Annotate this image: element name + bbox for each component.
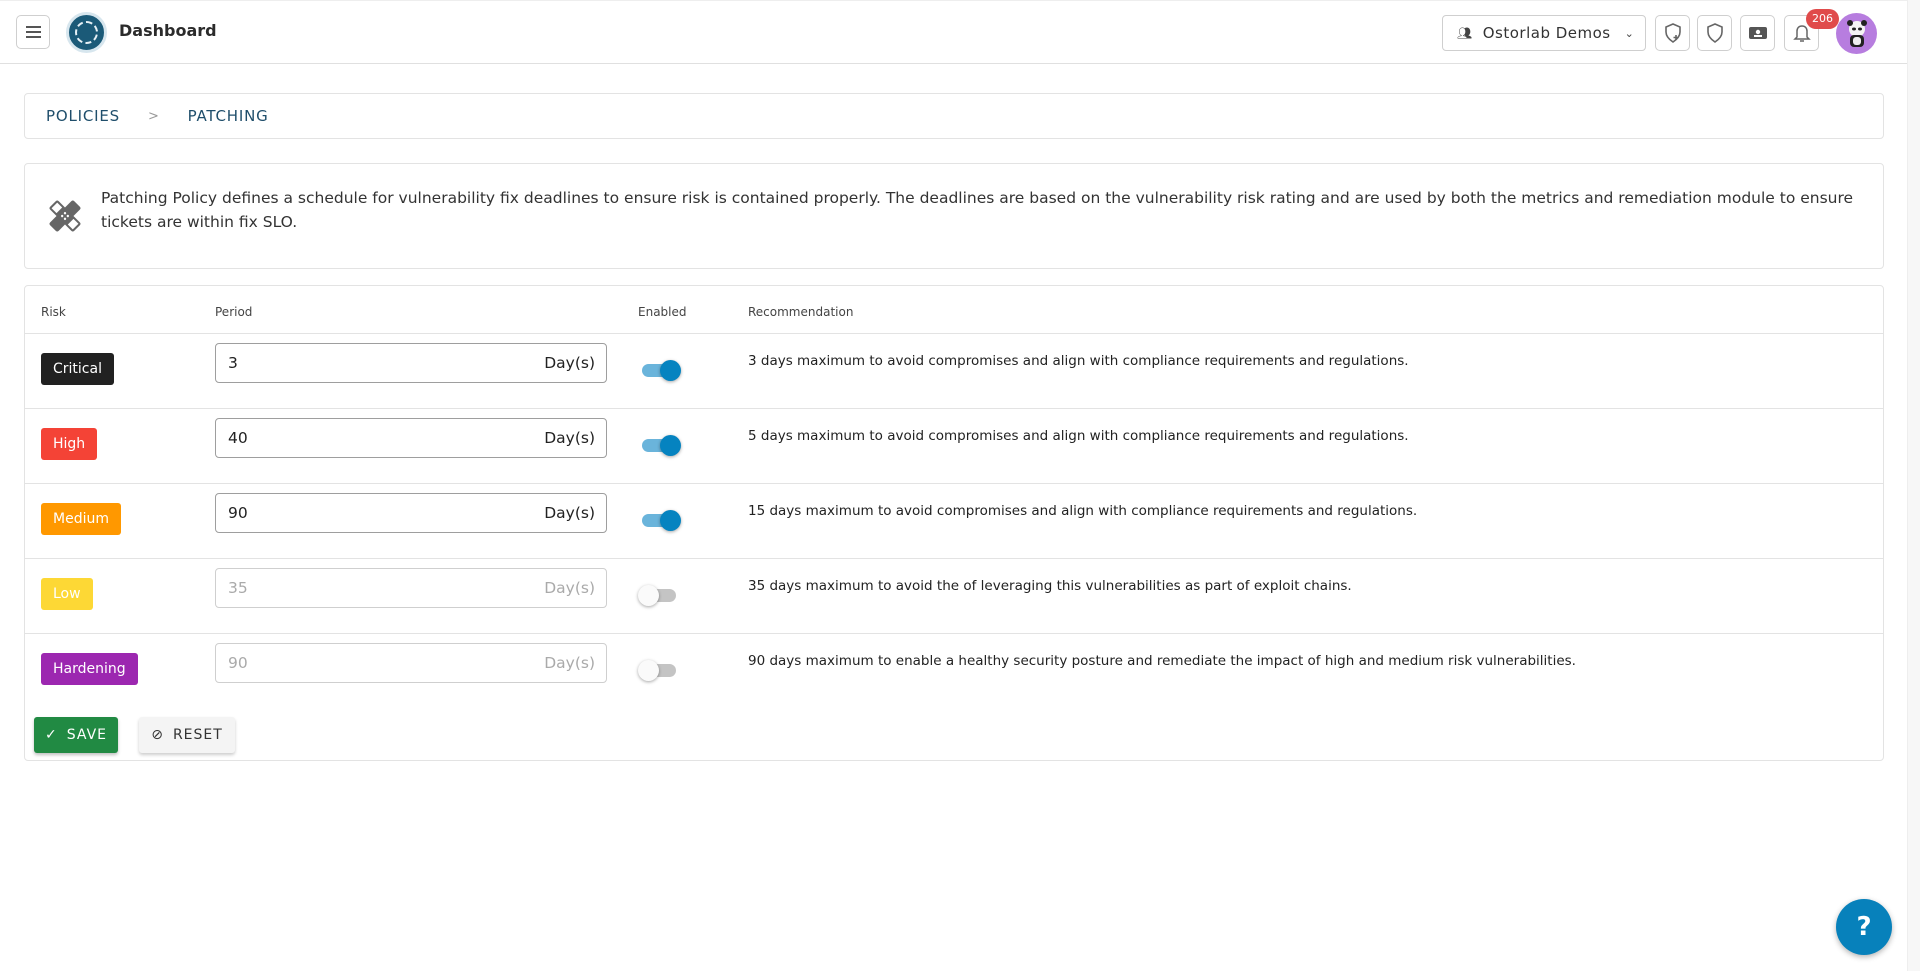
- ticket-icon: [1748, 27, 1767, 39]
- save-button[interactable]: ✓ SAVE: [34, 717, 118, 753]
- block-icon: ⊘: [151, 727, 164, 743]
- policy-row-hardening: Hardening Day(s) 90 days maximum to enable…: [25, 633, 1883, 708]
- group-icon: 👥︎: [1457, 26, 1473, 40]
- user-avatar[interactable]: [1836, 13, 1877, 54]
- policy-row-medium: Medium Day(s) 15 days maximum to avoid com…: [25, 483, 1883, 558]
- menu-button[interactable]: [16, 15, 50, 49]
- new-scan-button[interactable]: [1655, 15, 1690, 51]
- reset-button[interactable]: ⊘ RESET: [139, 717, 235, 753]
- period-unit-label: Day(s): [544, 504, 595, 522]
- period-unit-label: Day(s): [544, 654, 595, 672]
- breadcrumb: POLICIES > PATCHING: [24, 93, 1884, 139]
- period-unit-label: Day(s): [544, 429, 595, 447]
- period-unit-label: Day(s): [544, 354, 595, 372]
- notification-count-badge: 206: [1806, 9, 1839, 29]
- column-header-enabled: Enabled: [638, 305, 687, 319]
- recommendation-text: 15 days maximum to avoid compromises and…: [748, 503, 1418, 519]
- recommendation-text: 3 days maximum to avoid compromises and …: [748, 353, 1409, 369]
- organization-selector[interactable]: 👥︎ Ostorlab Demos ⌄: [1442, 15, 1646, 51]
- top-bar: Dashboard 👥︎ Ostorlab Demos ⌄ 206: [0, 0, 1907, 64]
- toggle-knob: [638, 660, 659, 681]
- column-header-recommendation: Recommendation: [748, 305, 854, 319]
- period-input[interactable]: [228, 429, 428, 447]
- check-icon: ✓: [45, 727, 58, 743]
- shield-icon: [1706, 23, 1723, 43]
- enabled-toggle[interactable]: [638, 585, 678, 606]
- column-header-period: Period: [215, 305, 253, 319]
- recommendation-text: 35 days maximum to avoid the of leveragi…: [748, 578, 1352, 594]
- organization-name: Ostorlab Demos: [1482, 24, 1611, 42]
- enabled-toggle[interactable]: [640, 510, 681, 531]
- save-button-label: SAVE: [66, 727, 107, 743]
- risk-badge: Medium: [41, 503, 121, 535]
- ticket-button[interactable]: [1740, 15, 1775, 51]
- reset-button-label: RESET: [172, 727, 223, 743]
- policy-row-high: High Day(s) 5 days maximum to avoid compro…: [25, 408, 1883, 483]
- policy-row-low: Low Day(s) 35 days maximum to avoid the of…: [25, 558, 1883, 633]
- risk-badge: Low: [41, 578, 93, 610]
- breadcrumb-separator: >: [147, 108, 160, 124]
- risk-badge: Critical: [41, 353, 114, 385]
- toggle-knob: [660, 510, 681, 531]
- bandage-icon: [49, 200, 81, 232]
- toggle-knob: [638, 585, 659, 606]
- risk-badge: High: [41, 428, 98, 460]
- breadcrumb-item-policies[interactable]: POLICIES: [46, 107, 120, 125]
- period-field: Day(s): [215, 493, 607, 533]
- period-field: Day(s): [215, 643, 607, 683]
- policy-description-card: Patching Policy defines a schedule for v…: [24, 163, 1884, 269]
- period-input[interactable]: [228, 654, 428, 672]
- policy-description-text: Patching Policy defines a schedule for v…: [101, 189, 1854, 231]
- hamburger-icon: [25, 31, 41, 33]
- enabled-toggle[interactable]: [638, 660, 678, 681]
- toggle-knob: [660, 435, 681, 456]
- chevron-down-icon: ⌄: [1624, 26, 1635, 40]
- shield-plus-icon: [1664, 23, 1681, 43]
- help-button[interactable]: ?: [1836, 899, 1892, 955]
- enabled-toggle[interactable]: [640, 360, 681, 381]
- security-button[interactable]: [1697, 15, 1732, 51]
- column-header-risk: Risk: [41, 305, 66, 319]
- risk-badge: Hardening: [41, 653, 138, 685]
- patching-policy-table: Risk Period Enabled Recommendation Criti…: [24, 285, 1884, 761]
- breadcrumb-item-patching[interactable]: PATCHING: [188, 107, 269, 125]
- page-scrollbar[interactable]: [1907, 0, 1920, 971]
- recommendation-text: 90 days maximum to enable a healthy secu…: [748, 653, 1576, 669]
- period-input[interactable]: [228, 579, 428, 597]
- policy-row-critical: Critical Day(s) 3 days maximum to avoid co…: [25, 333, 1883, 408]
- toggle-knob: [660, 360, 681, 381]
- recommendation-text: 5 days maximum to avoid compromises and …: [748, 428, 1409, 444]
- period-input[interactable]: [228, 354, 428, 372]
- period-field: Day(s): [215, 568, 607, 608]
- period-unit-label: Day(s): [544, 579, 595, 597]
- period-field: Day(s): [215, 418, 607, 458]
- page-title: Dashboard: [119, 21, 217, 40]
- enabled-toggle[interactable]: [640, 435, 681, 456]
- panda-avatar-icon: [1846, 19, 1867, 47]
- period-field: Day(s): [215, 343, 607, 383]
- ostorlab-logo[interactable]: [66, 12, 107, 53]
- bell-icon: [1792, 25, 1811, 42]
- period-input[interactable]: [228, 504, 428, 522]
